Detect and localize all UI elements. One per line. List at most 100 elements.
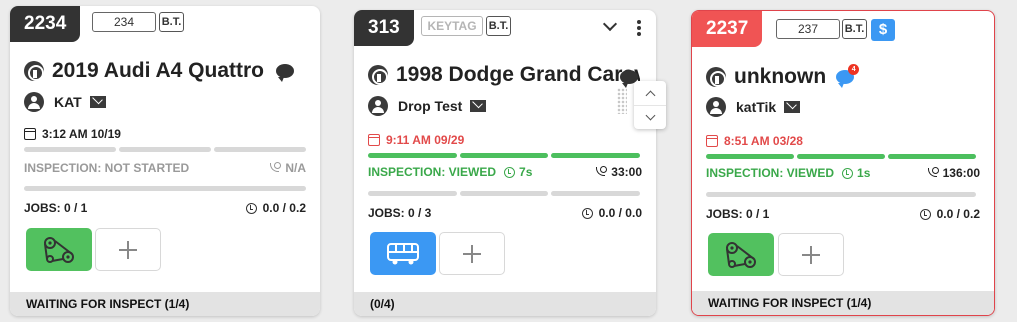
inspection-status: INSPECTION: VIEWED 7s [368, 163, 532, 181]
inspection-status: INSPECTION: NOT STARTED [24, 161, 190, 175]
status-footer[interactable]: WAITING FOR INSPECT (1/4) [692, 291, 994, 315]
mail-icon[interactable] [784, 101, 801, 113]
inspection-status-text: INSPECTION: VIEWED [706, 166, 835, 180]
inspection-progress [24, 147, 306, 152]
labor-hours-text: 0.0 / 0.2 [262, 201, 306, 215]
calendar-icon [706, 135, 718, 147]
promised-time-text: 8:51 AM 03/28 [724, 134, 803, 148]
viewed-duration: 7s [519, 165, 533, 179]
jobs-count: JOBS: 0 / 1 [706, 207, 770, 221]
job-button[interactable] [26, 228, 92, 271]
customer-row: Drop Test [368, 96, 487, 116]
clock-icon [245, 202, 257, 214]
mail-icon[interactable] [470, 100, 487, 112]
labor-hours: 0.0 / 0.0 [581, 204, 642, 222]
plus-icon [463, 244, 481, 263]
timing-belt-icon [44, 236, 74, 263]
promised-time: 3:12 AM 10/19 [24, 125, 121, 143]
chevron-down-icon [645, 110, 655, 121]
vehicle-row: 1998 Dodge Grand Caravan [368, 62, 640, 88]
plus-icon [119, 240, 137, 259]
inspection-status: INSPECTION: VIEWED 1s [706, 164, 870, 182]
more-vertical-icon[interactable] [637, 20, 641, 36]
vehicle-row: unknown 4 [706, 64, 860, 90]
customer-row: KAT [24, 92, 106, 112]
bus-icon [387, 242, 419, 264]
vehicle-title[interactable]: 1998 Dodge Grand Caravan [396, 63, 640, 87]
promised-time: 9:11 AM 09/29 [368, 131, 464, 149]
scroll-up-button[interactable] [634, 81, 666, 105]
jobs-count: JOBS: 0 / 1 [24, 201, 88, 215]
labor-hours-text: 0.0 / 0.0 [598, 206, 642, 220]
ro-number-badge: 2234 [10, 6, 81, 42]
drag-handle[interactable] [617, 88, 627, 114]
steering-wheel-icon [706, 67, 726, 87]
mail-icon[interactable] [89, 96, 106, 108]
promised-time: 8:51 AM 03/28 [706, 132, 803, 150]
call-time-text: N/A [285, 161, 306, 175]
calendar-icon [368, 134, 380, 146]
ro-card[interactable]: 2237 237 B.T. $ unknown 4 katTik 8:51 AM… [691, 10, 995, 316]
person-icon [706, 97, 726, 117]
chat-icon[interactable]: 4 [836, 64, 860, 88]
person-icon [368, 96, 388, 116]
add-job-button[interactable] [778, 233, 844, 276]
call-time-text: 33:00 [611, 165, 642, 179]
chevron-down-icon[interactable] [604, 20, 616, 32]
phone-icon [269, 162, 282, 174]
ro-number-badge: 2237 [692, 11, 763, 47]
scroll-down-button[interactable] [634, 105, 666, 129]
job-button[interactable] [708, 233, 774, 276]
viewed-duration: 1s [857, 166, 871, 180]
phone-icon [595, 166, 608, 178]
call-timer: 33:00 [595, 163, 642, 181]
add-job-button[interactable] [439, 232, 505, 275]
promised-time-text: 9:11 AM 09/29 [386, 133, 465, 147]
phone-icon [927, 167, 939, 179]
customer-name[interactable]: katTik [736, 99, 776, 115]
jobs-progress [24, 186, 306, 191]
person-icon [24, 92, 44, 112]
jobs-progress [368, 191, 641, 196]
call-timer: N/A [269, 159, 306, 177]
status-footer[interactable]: (0/4) [354, 292, 656, 316]
job-button[interactable] [370, 232, 436, 275]
status-footer[interactable]: WAITING FOR INSPECT (1/4) [10, 292, 320, 316]
chat-icon[interactable] [276, 64, 294, 82]
inspection-progress [368, 153, 641, 158]
tag-number[interactable]: 234 [92, 12, 156, 32]
bt-badge: B.T. [486, 16, 511, 36]
vehicle-title[interactable]: 2019 Audi A4 Quattro [52, 59, 264, 83]
jobs-count: JOBS: 0 / 3 [368, 206, 432, 220]
stopwatch-icon [842, 167, 854, 179]
calendar-icon [24, 128, 36, 140]
unread-count-badge: 4 [848, 64, 860, 75]
customer-name[interactable]: Drop Test [398, 98, 462, 114]
plus-icon [802, 245, 820, 264]
ro-card[interactable]: 2234 234 B.T. 2019 Audi A4 Quattro KAT 3… [10, 6, 320, 316]
ro-card[interactable]: 313 KEYTAG B.T. 1998 Dodge Grand Caravan… [354, 10, 656, 316]
customer-name[interactable]: KAT [54, 94, 82, 110]
inspection-progress [706, 154, 976, 159]
jobs-progress [706, 192, 976, 197]
timing-belt-icon [726, 241, 756, 268]
tag-number[interactable]: 237 [776, 19, 840, 39]
add-job-button[interactable] [95, 228, 161, 271]
clock-icon [919, 208, 931, 220]
chevron-up-icon [645, 90, 655, 100]
steering-wheel-icon [24, 61, 44, 81]
payment-icon[interactable]: $ [871, 19, 895, 41]
vehicle-row: 2019 Audi A4 Quattro [24, 58, 294, 84]
labor-hours: 0.0 / 0.2 [919, 205, 980, 223]
keytag-label[interactable]: KEYTAG [421, 16, 483, 36]
ro-number-badge: 313 [354, 10, 414, 46]
vehicle-title[interactable]: unknown [734, 65, 826, 89]
scroll-arrows[interactable] [634, 81, 666, 129]
steering-wheel-icon [368, 65, 388, 85]
labor-hours-text: 0.0 / 0.2 [936, 207, 980, 221]
call-time-text: 136:00 [942, 166, 980, 180]
call-timer: 136:00 [927, 164, 980, 182]
inspection-status-text: INSPECTION: VIEWED [368, 165, 497, 179]
customer-row: katTik [706, 97, 801, 117]
stopwatch-icon [504, 166, 516, 178]
